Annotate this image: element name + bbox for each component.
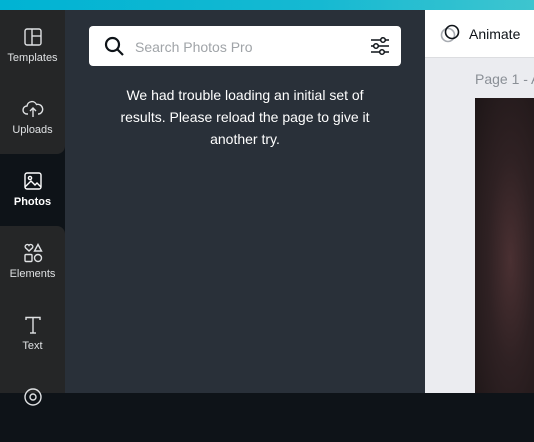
photos-panel: We had trouble loading an initial set of…	[65, 10, 425, 393]
search-icon	[103, 35, 125, 57]
sidebar-item-label: Photos	[13, 196, 52, 208]
error-message: We had trouble loading an initial set of…	[120, 87, 370, 147]
sidebar-item-label: Uploads	[12, 124, 53, 136]
editor-area: Animate Page 1 - A	[425, 10, 534, 393]
search-input[interactable]	[133, 34, 357, 60]
animate-icon	[439, 23, 461, 45]
animate-button[interactable]: Animate	[439, 20, 520, 48]
sidebar-item-label: Text	[22, 340, 43, 352]
sidebar-item-elements[interactable]: Elements	[0, 226, 65, 298]
sidebar-item-text[interactable]: Text	[0, 298, 65, 370]
elements-icon	[22, 242, 44, 264]
top-accent-bar	[0, 0, 534, 10]
sidebar-item-photos[interactable]: Photos	[0, 154, 65, 226]
sidebar-item-label: Elements	[9, 268, 56, 280]
sidebar-rail: Templates Uploads Photos Elements Text	[0, 10, 65, 406]
animate-label: Animate	[469, 26, 521, 42]
sidebar-item-more[interactable]	[0, 370, 65, 442]
sidebar-item-templates[interactable]: Templates	[0, 10, 65, 82]
templates-icon	[22, 26, 44, 48]
page-title: Page 1 - A	[475, 71, 534, 87]
sidebar-item-uploads[interactable]: Uploads	[0, 82, 65, 154]
text-icon	[22, 314, 44, 336]
sidebar-item-label: Templates	[7, 52, 58, 64]
search-bar	[89, 26, 401, 66]
editor-toolbar: Animate	[425, 10, 534, 58]
uploads-icon	[21, 98, 44, 120]
photos-icon	[22, 170, 44, 192]
more-icon	[22, 386, 44, 408]
filter-sliders-icon[interactable]	[369, 35, 391, 57]
design-canvas[interactable]	[475, 98, 534, 393]
